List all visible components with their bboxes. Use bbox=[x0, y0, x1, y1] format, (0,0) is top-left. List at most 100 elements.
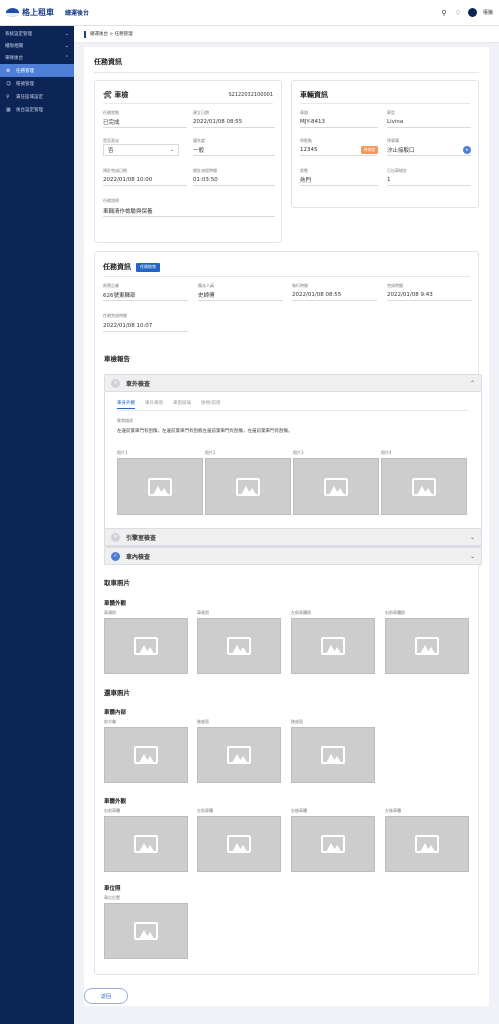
task-info-title: 任務資訊 任務結束 bbox=[103, 262, 160, 272]
photo-thumbnail[interactable] bbox=[385, 816, 469, 872]
accordion-interior-check[interactable]: ✓ 車內檢查 ⌄ bbox=[104, 547, 482, 565]
chevron-down-icon: ⌄ bbox=[469, 552, 475, 560]
chevron-down-icon: ⌄ bbox=[64, 43, 69, 49]
task-status-value: 已完成 bbox=[103, 116, 187, 128]
sidebar-item-backend-settings[interactable]: ▦ 後台設定管理 bbox=[0, 103, 74, 116]
direct-dispatch-select[interactable]: 否 ⌄ bbox=[103, 144, 179, 156]
photo-label: 前方儀 bbox=[104, 719, 116, 724]
avatar[interactable] bbox=[467, 8, 477, 17]
tab-mirrors[interactable]: 後視/前燈 bbox=[201, 400, 221, 409]
tab-body-exterior[interactable]: 車身外觀 bbox=[117, 400, 135, 409]
photo-thumbnail[interactable] bbox=[291, 618, 375, 674]
sidebar-group-system[interactable]: 系統設定管理 ⌄ bbox=[0, 28, 74, 40]
sidebar: 系統設定管理 ⌄ 權限相關 ⌄ 車隊後台 ⌃ ⚙ 任務管理 ☺ 帳號管理 ⚲ 責任區域設定 … bbox=[0, 26, 74, 1024]
accordion-engine-check[interactable]: ✕ 引擎室檢查 ⌄ bbox=[104, 528, 482, 546]
photo-thumbnail[interactable] bbox=[197, 618, 281, 674]
back-button[interactable]: 返回 bbox=[84, 988, 128, 1004]
sidebar-group-label: 系統設定管理 bbox=[5, 32, 32, 37]
navigation-icon[interactable]: ➤ bbox=[463, 145, 471, 154]
photo-label: 照片4 bbox=[381, 450, 392, 455]
staff-value: 史師傅 bbox=[198, 289, 283, 301]
tab-exterior-lights[interactable]: 車外車燈 bbox=[145, 400, 163, 409]
car-check-card: 🛠 車檢 S2122032100001 任務狀態 已完成 建立日期 2022/0… bbox=[94, 80, 282, 243]
pickup-photos-title: 取車照片 bbox=[104, 579, 130, 587]
finish-time-value: 2022/01/08 9:43 bbox=[387, 289, 472, 301]
photo-thumbnail[interactable] bbox=[293, 458, 379, 515]
brand-subtitle: 總運後台 bbox=[65, 10, 90, 17]
company-value: 626號東驛部 bbox=[103, 289, 188, 301]
logo[interactable]: 格上租車 總運後台 bbox=[6, 7, 89, 18]
photo-label: 右前車體照 bbox=[385, 610, 405, 615]
model-value: Livina bbox=[387, 116, 471, 128]
photo-thumbnail[interactable] bbox=[291, 816, 375, 872]
photo-label: 右前車體 bbox=[104, 808, 120, 813]
image-icon bbox=[321, 835, 345, 853]
photo-thumbnail[interactable] bbox=[381, 458, 467, 515]
sidebar-item-task-management[interactable]: ⚙ 任務管理 bbox=[0, 64, 74, 77]
chevron-down-icon: ⌄ bbox=[469, 533, 475, 541]
photo-label: 左前車體 bbox=[197, 808, 213, 813]
sidebar-group-permission[interactable]: 權限相關 ⌄ bbox=[0, 40, 74, 52]
logo-icon bbox=[6, 8, 19, 17]
sidebar-item-regions[interactable]: ⚲ 責任區域設定 bbox=[0, 90, 74, 103]
inspection-report-title: 車檢報告 bbox=[104, 355, 130, 363]
return-interior-subtitle: 車體內部 bbox=[104, 710, 127, 716]
accordion-label: 引擎室檢查 bbox=[126, 534, 157, 542]
photo-thumbnail[interactable] bbox=[197, 727, 281, 783]
close-circle-icon: ✕ bbox=[111, 532, 120, 542]
photo-label: 左前車體照 bbox=[291, 610, 311, 615]
image-icon bbox=[134, 835, 158, 853]
tab-windows[interactable]: 車窗玻璃 bbox=[173, 400, 191, 409]
photo-thumbnail[interactable] bbox=[291, 727, 375, 783]
photo-label: 照片3 bbox=[293, 450, 304, 455]
photo-thumbnail[interactable] bbox=[205, 458, 291, 515]
brand-name: 格上租車 bbox=[22, 8, 54, 17]
photo-thumbnail[interactable] bbox=[104, 816, 188, 872]
page-title: 任務資訊 bbox=[94, 58, 122, 66]
sidebar-item-accounts[interactable]: ☺ 帳號管理 bbox=[0, 77, 74, 90]
main-content: 總運後台 > 任務管理 任務資訊 🛠 車檢 S2122032100001 任務狀… bbox=[74, 26, 499, 1024]
breadcrumb-text: 總運後台 > 任務管理 bbox=[90, 32, 133, 37]
return-exterior-subtitle: 車體外觀 bbox=[104, 799, 127, 805]
return-parking-subtitle: 車位照 bbox=[104, 886, 121, 892]
accordion-exterior-check[interactable]: ✕ 車外檢查 ⌃ bbox=[104, 374, 482, 392]
status-badge: 待排程 bbox=[360, 145, 378, 154]
image-icon bbox=[227, 637, 251, 655]
bell-icon[interactable]: ♢ bbox=[454, 9, 462, 17]
photo-thumbnail[interactable] bbox=[104, 618, 188, 674]
photo-label: 後座面 bbox=[197, 719, 209, 724]
photo-thumbnail[interactable] bbox=[104, 903, 188, 959]
sidebar-item-label: 責任區域設定 bbox=[16, 94, 43, 100]
photo-label: 左後車體 bbox=[385, 808, 401, 813]
sidebar-group-fleet[interactable]: 車隊後台 ⌃ bbox=[0, 52, 74, 64]
photo-thumbnail[interactable] bbox=[197, 816, 281, 872]
sidebar-group-label: 權限相關 bbox=[5, 44, 23, 49]
sidebar-item-label: 後台設定管理 bbox=[16, 107, 43, 113]
image-icon bbox=[415, 835, 439, 853]
search-icon[interactable]: ⚲ bbox=[440, 9, 448, 17]
field-label: 任務說明 bbox=[103, 198, 119, 203]
chevron-up-icon: ⌃ bbox=[469, 379, 475, 387]
chevron-down-icon: ⌄ bbox=[169, 147, 174, 153]
vehicle-title: 車輛資訊 bbox=[300, 91, 328, 99]
start-time-value: 2022/01/08 08:55 bbox=[292, 289, 377, 301]
accordion-label: 車內檢查 bbox=[126, 553, 151, 561]
settings-icon: ▦ bbox=[6, 106, 11, 113]
image-icon bbox=[148, 477, 172, 496]
image-icon bbox=[324, 477, 348, 496]
vehicle-card: 車輛資訊 車號 MJY-8413 車型 Livina 停駐點 12345 待排程 … bbox=[291, 80, 479, 208]
priority-value: 一般 bbox=[193, 144, 275, 156]
image-icon bbox=[321, 637, 345, 655]
note-text: 左邊前葉車門有刮傷，左邊前葉車門有刮痕左邊前葉車門有刮傷，左邊前葉車門有刮傷。 bbox=[117, 429, 293, 434]
created-date-value: 2022/01/08 08:55 bbox=[193, 116, 275, 128]
expected-finish-value: 2022/01/08 10:00 bbox=[103, 174, 187, 186]
note-label: 異常描述 bbox=[117, 418, 133, 423]
image-icon bbox=[134, 637, 158, 655]
photo-label: 後座面 bbox=[291, 719, 303, 724]
image-icon bbox=[236, 477, 260, 496]
photo-label: 照片1 bbox=[117, 450, 128, 455]
photo-thumbnail[interactable] bbox=[385, 618, 469, 674]
location-icon: ⚲ bbox=[6, 93, 10, 100]
photo-thumbnail[interactable] bbox=[117, 458, 203, 515]
photo-thumbnail[interactable] bbox=[104, 727, 188, 783]
